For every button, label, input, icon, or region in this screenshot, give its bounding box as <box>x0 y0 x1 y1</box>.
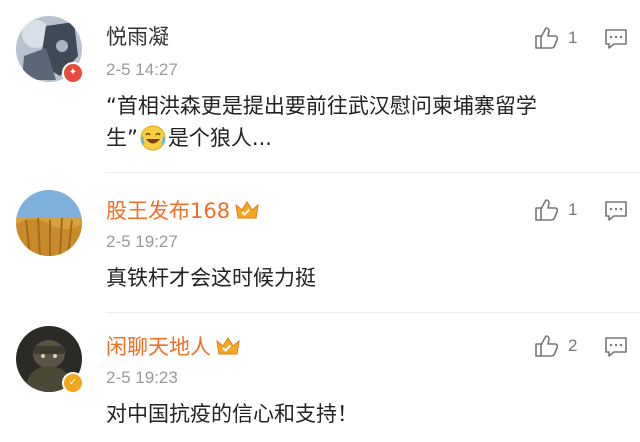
like-count: 1 <box>568 200 578 219</box>
username-text: 闲聊天地人 <box>106 335 211 359</box>
vip-badge-icon: ✦ <box>62 62 84 84</box>
comment-text-part: 生” <box>106 126 138 150</box>
reply-button[interactable] <box>604 200 628 226</box>
comment-text-line: 生” 是个狼人... <box>106 122 606 160</box>
like-count: 1 <box>568 28 578 47</box>
thumbs-up-icon <box>535 27 559 49</box>
timestamp: 2-5 19:27 <box>106 232 178 251</box>
timestamp: 2-5 14:27 <box>106 60 178 79</box>
avatar[interactable]: ✦ <box>16 16 84 84</box>
avatar-image <box>16 190 82 256</box>
comment-text-line: “首相洪森更是提出要前往武汉慰问柬埔寨留学 <box>106 94 537 118</box>
thumbs-up-icon <box>535 199 559 221</box>
comment-text: 真铁杆才会这时候力挺 <box>106 266 316 290</box>
comment-bubble-icon <box>605 201 627 221</box>
crown-vip-icon <box>215 335 241 363</box>
like-count: 2 <box>568 336 578 355</box>
avatar[interactable]: ✓ <box>16 326 84 394</box>
comment-item: 股王发布168 2-5 19:27 真铁杆才会这时候力挺 1 <box>0 172 640 312</box>
reply-button[interactable] <box>604 28 628 54</box>
comment-text: “首相洪森更是提出要前往武汉慰问柬埔寨留学 生” 是个狼人... <box>106 90 606 160</box>
avatar[interactable] <box>16 190 82 256</box>
comment-bubble-icon <box>605 337 627 357</box>
comment-item: ✓ 闲聊天地人 2-5 19:23 对中国抗疫的信心和支持！ 2 <box>0 312 640 442</box>
comment-text: 对中国抗疫的信心和支持！ <box>106 402 358 426</box>
username[interactable]: 悦雨凝 <box>106 24 169 50</box>
username[interactable]: 股王发布168 <box>106 198 260 227</box>
reply-button[interactable] <box>604 336 628 362</box>
username-text: 股王发布168 <box>106 199 231 223</box>
crown-vip-icon <box>234 199 260 227</box>
like-button[interactable]: 1 <box>534 198 577 222</box>
username[interactable]: 闲聊天地人 <box>106 334 241 363</box>
comment-text-part: 是个狼人... <box>167 126 272 150</box>
like-button[interactable]: 2 <box>534 334 577 358</box>
like-button[interactable]: 1 <box>534 26 577 50</box>
comment-bubble-icon <box>605 29 627 49</box>
comment-item: ✦ 悦雨凝 2-5 14:27 “首相洪森更是提出要前往武汉慰问柬埔寨留学 生”… <box>0 0 640 172</box>
verified-badge-icon: ✓ <box>62 372 84 394</box>
laugh-cry-emoji-icon <box>140 125 166 160</box>
timestamp: 2-5 19:23 <box>106 368 178 387</box>
thumbs-up-icon <box>535 335 559 357</box>
